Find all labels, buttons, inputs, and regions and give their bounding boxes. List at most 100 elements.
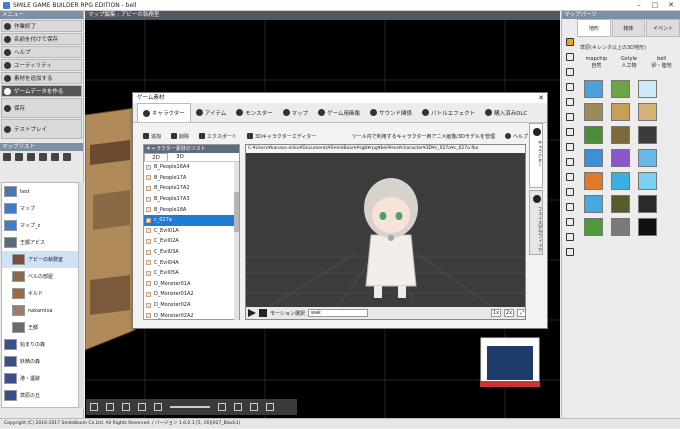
map-tab[interactable]: マップ編集 : アビーの執務室 [85,11,560,20]
menu-build-game-button[interactable]: ゲームデータを作る [1,85,82,97]
fullscreen-icon[interactable]: ⤢ [517,309,525,317]
menu-utility-button[interactable]: ユーティリティ [1,59,82,71]
list-item[interactable]: B_People16A4 [144,162,239,173]
dialog-tab[interactable]: 購入済みDLC [480,103,532,122]
undo-tool-icon[interactable] [566,233,574,241]
dialog-tab[interactable]: マップ [278,103,314,122]
side-tab-character[interactable]: キャラクター [529,123,543,188]
map-tree-item[interactable]: マップ_z [2,217,78,234]
add-button[interactable]: 追加 [143,133,161,140]
delete-button[interactable]: 削除 [171,133,189,140]
terrain-tile[interactable] [638,218,657,236]
list-item[interactable]: B_People17A3 [144,194,239,205]
map-tree-item[interactable]: 廃墟の洞窟 [2,404,78,407]
tab-event[interactable]: イベント [646,19,680,37]
cube-icon[interactable] [106,403,114,411]
add-map-icon[interactable] [3,153,11,161]
expand-icon[interactable] [250,403,258,411]
list-item[interactable]: D_Monster02A2 [144,310,239,321]
help-button[interactable]: ヘルプ [504,133,528,140]
export-button[interactable]: エクスポート [199,133,237,140]
map-tree-item[interactable]: アビーの執務室 [2,251,78,268]
dialog-tab[interactable]: ゲーム用画像 [313,103,365,122]
terrain-tile[interactable] [584,126,603,144]
copy-tool-icon[interactable] [566,188,574,196]
dialog-tab[interactable]: モンスター [231,103,277,122]
menu-exit-button[interactable]: 作業終了 [1,20,82,32]
terrain-tile[interactable] [584,103,603,121]
camera-icon[interactable] [90,403,98,411]
light-icon[interactable] [154,403,162,411]
terrain-tile[interactable] [638,172,657,190]
list-item[interactable]: C_Evil01A [144,226,239,237]
list-scroll-thumb[interactable] [234,192,239,232]
redo-tool-icon[interactable] [566,248,574,256]
eraser-tool-icon[interactable] [566,68,574,76]
stop-icon[interactable] [259,309,267,317]
map-tree-item[interactable]: nakamixa [2,302,78,319]
terrain-tile[interactable] [638,80,657,98]
pen-tool-icon[interactable] [566,53,574,61]
terrain-tile[interactable] [611,218,630,236]
list-item[interactable]: D_Monster01A2 [144,289,239,300]
map-tree-item[interactable]: 草原の丘 [2,387,78,404]
tab-2d[interactable]: 2D [144,153,168,161]
menu-testplay-button[interactable]: テストプレイ [1,119,82,139]
terrain-tile[interactable] [611,80,630,98]
dialog-tab[interactable]: サウンド関係 [365,103,417,122]
map-tree-item[interactable]: 始まりの森 [2,336,78,353]
terrain-tile[interactable] [584,149,603,167]
map-tree-item[interactable]: ベルの部屋 [2,268,78,285]
grid-toggle-icon[interactable] [266,403,274,411]
terrain-tile[interactable] [638,103,657,121]
stamp-tool-icon[interactable] [566,113,574,121]
dialog-tab[interactable]: キャラクター [137,103,191,122]
terrain-tile[interactable] [584,172,603,190]
rotate-tool-icon[interactable] [566,143,574,151]
list-item[interactable]: B_People17A [144,173,239,184]
settings-icon[interactable] [63,153,71,161]
list-item[interactable]: C_Evil03A [144,247,239,258]
layer-icon[interactable] [234,403,242,411]
terrain-tile[interactable] [611,126,630,144]
dialog-tab[interactable]: バトルエフェクト [417,103,480,122]
delete-map-icon[interactable] [15,153,23,161]
list-item[interactable]: B_People18A [144,204,239,215]
trash-tool-icon[interactable] [566,218,574,226]
map-tree-item[interactable]: test [2,183,78,200]
terrain-tile[interactable] [584,195,603,213]
menu-save-button[interactable]: 保存 [1,98,82,118]
editor-button[interactable]: 3Dキャラクターエディター [246,133,316,140]
map-tree-item[interactable]: 港・遺跡 [2,370,78,387]
dialog-close-icon[interactable]: ✕ [538,93,544,103]
terrain-tile[interactable] [611,103,630,121]
folder-icon[interactable] [51,153,59,161]
select-tool-icon[interactable] [566,38,574,46]
maximize-icon[interactable]: □ [647,0,663,11]
map-tree-item[interactable]: 王都アビス [2,234,78,251]
list-item[interactable]: C_Evil04A [144,257,239,268]
zoom-1x-button[interactable]: 1x [491,309,501,317]
menu-add-material-button[interactable]: 素材を追加する [1,72,82,84]
motion-select[interactable]: wak [307,309,368,317]
close-icon[interactable]: ✕ [663,0,679,11]
map-tree-item[interactable]: 王都 [2,319,78,336]
mountain-icon[interactable] [218,403,226,411]
cut-tool-icon[interactable] [566,173,574,181]
map-tree-item[interactable]: ギルド [2,285,78,302]
side-tab-face[interactable]: フェイスグラフィック [529,190,543,255]
list-item[interactable]: C_Evil05A [144,268,239,279]
map-tree-item[interactable]: 妖精の森 [2,353,78,370]
map-tree-item[interactable]: マップ [2,200,78,217]
tab-terrain[interactable]: 地形 [577,19,611,37]
terrain-tile[interactable] [584,80,603,98]
paste-map-icon[interactable] [39,153,47,161]
zoom-2x-button[interactable]: 2x [504,309,514,317]
grid-icon[interactable] [122,403,130,411]
tab-object[interactable]: 物体 [611,19,646,37]
model-viewer[interactable]: C:¥Users¥kanase.eriko¥Documents¥SmileBoo… [245,144,526,320]
play-icon[interactable] [248,309,256,317]
terrain-tile[interactable] [584,218,603,236]
terrain-tile[interactable] [611,149,630,167]
paste-tool-icon[interactable] [566,203,574,211]
